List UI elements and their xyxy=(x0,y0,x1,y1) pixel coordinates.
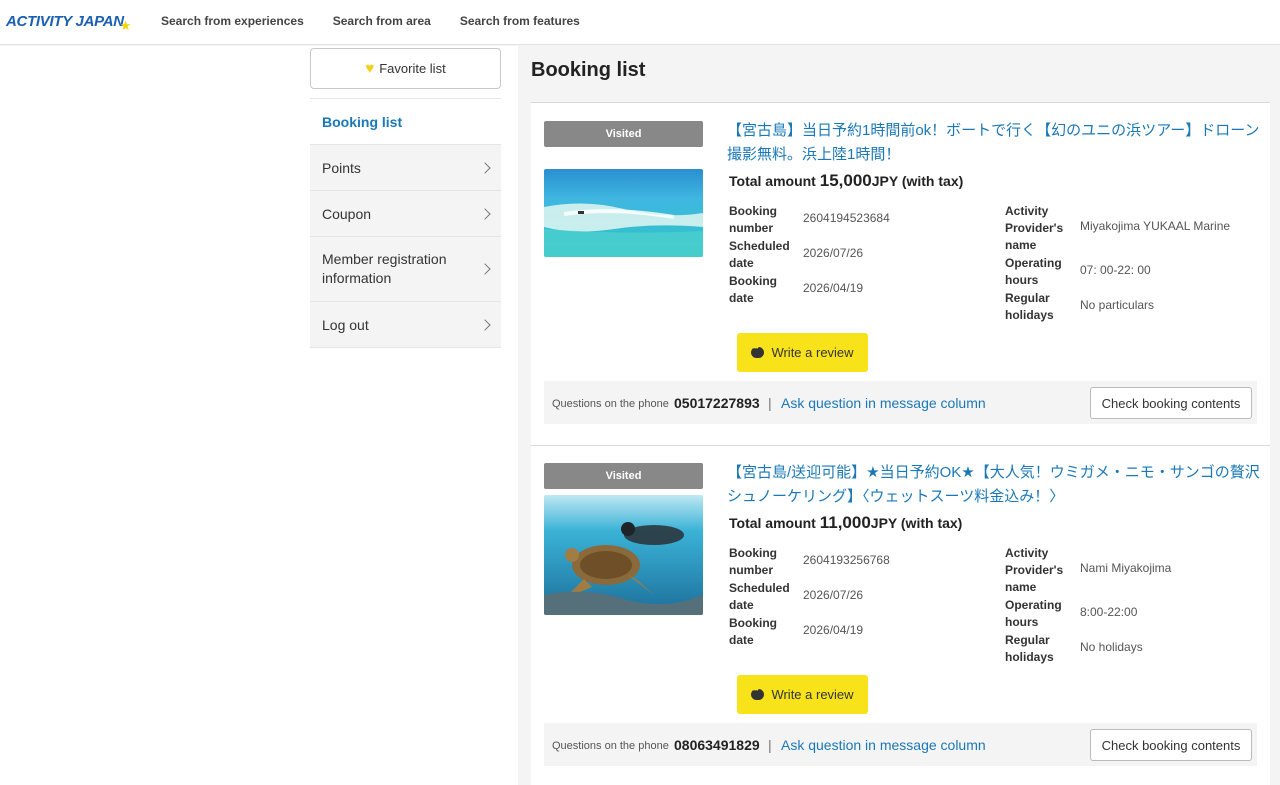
booking-number-label: Booking number xyxy=(729,546,777,577)
separator: | xyxy=(768,737,772,753)
page-title: Booking list xyxy=(531,59,646,81)
write-review-button[interactable]: Write a review xyxy=(737,333,868,372)
regular-holidays-label: Regular holidays xyxy=(1005,291,1054,322)
sidebar-item-member-registration[interactable]: Member registration information xyxy=(310,237,501,302)
sidebar-item-logout[interactable]: Log out xyxy=(310,302,501,348)
booking-number-label: Booking number xyxy=(729,204,777,235)
questions-bar: Questions on the phone 05017227893 | Ask… xyxy=(544,381,1257,424)
logo-text: ACTIVITY JAPAN xyxy=(6,12,124,30)
activity-title-link[interactable]: 【宮古島/送迎可能】★当日予約OK★【大人気！ウミガメ・ニモ・サンゴの贅沢シュノ… xyxy=(727,461,1262,509)
chevron-right-icon xyxy=(479,207,491,220)
heart-icon: ♥ xyxy=(365,60,375,77)
write-review-label: Write a review xyxy=(771,687,854,702)
ask-message-link[interactable]: Ask question in message column xyxy=(781,737,986,753)
booking-date-value: 2026/04/19 xyxy=(803,281,864,295)
check-booking-contents-button[interactable]: Check booking contents xyxy=(1090,729,1252,761)
booking-date-label: Booking date xyxy=(729,616,777,647)
amount-value: 11,000 xyxy=(819,513,871,532)
tax-suffix: JPY (with tax) xyxy=(871,173,964,189)
sidebar-item-label: Log out xyxy=(322,316,369,333)
favorite-list-button[interactable]: ♥ Favorite list xyxy=(310,48,501,89)
separator: | xyxy=(768,395,772,411)
total-label: Total amount xyxy=(729,173,816,189)
operating-hours-value: 07: 00-22: 00 xyxy=(1080,263,1151,277)
regular-holidays-value: No particulars xyxy=(1080,298,1155,312)
booking-card: Visited 【宮古島】当日予約1時間前ok！ボートで行く【幻のユニの浜ツアー… xyxy=(531,103,1270,445)
operating-hours-value: 8:00-22:00 xyxy=(1080,605,1138,619)
activity-title-link[interactable]: 【宮古島】当日予約1時間前ok！ボートで行く【幻のユニの浜ツアー】ドローン撮影無… xyxy=(727,119,1262,167)
booking-date-label: Booking date xyxy=(729,274,777,305)
operating-hours-label: Operating hours xyxy=(1005,256,1062,287)
booking-card: Visited 【宮古島/送迎可能】★当日予約OK★【大人気！ウミガメ・ニモ・サ… xyxy=(531,446,1270,785)
chat-bubble-icon xyxy=(751,343,765,358)
booking-number-value: 2604193256768 xyxy=(803,553,890,567)
questions-phone-label: Questions on the phone xyxy=(552,398,669,410)
ask-message-link[interactable]: Ask question in message column xyxy=(781,395,986,411)
regular-holidays-label: Regular holidays xyxy=(1005,633,1054,664)
questions-phone-label: Questions on the phone xyxy=(552,740,669,752)
total-label: Total amount xyxy=(729,515,816,531)
tax-suffix: JPY (with tax) xyxy=(870,515,963,531)
sidebar-item-points[interactable]: Points xyxy=(310,145,501,191)
total-amount: Total amount 15,000JPY (with tax) xyxy=(729,171,963,191)
scheduled-date-value: 2026/07/26 xyxy=(803,588,864,602)
amount-value: 15,000 xyxy=(819,171,872,190)
sidebar-item-label: Points xyxy=(322,159,361,176)
total-amount: Total amount 11,000JPY (with tax) xyxy=(729,513,962,533)
booking-number-value: 2604194523684 xyxy=(803,211,890,225)
operating-hours-label: Operating hours xyxy=(1005,598,1062,629)
main-nav: Search from experiences Search from area… xyxy=(161,14,609,28)
activity-thumbnail[interactable] xyxy=(544,495,703,615)
chevron-right-icon xyxy=(479,263,491,275)
sidebar-item-coupon[interactable]: Coupon xyxy=(310,191,501,237)
chevron-right-icon xyxy=(479,161,491,174)
write-review-label: Write a review xyxy=(771,345,854,360)
nav-search-experiences[interactable]: Search from experiences xyxy=(161,14,304,28)
provider-name-value: Nami Miyakojima xyxy=(1080,561,1172,575)
provider-name-label: Activity Provider's name xyxy=(1005,546,1064,594)
visited-badge: Visited xyxy=(544,121,703,147)
questions-bar: Questions on the phone 08063491829 | Ask… xyxy=(544,723,1257,766)
write-review-button[interactable]: Write a review xyxy=(737,675,868,714)
chevron-right-icon xyxy=(479,318,491,331)
account-menu: Booking list Points Coupon Member regist… xyxy=(310,98,501,348)
sidebar-item-label: Booking list xyxy=(322,113,403,130)
scheduled-date-label: Scheduled date xyxy=(729,581,790,612)
phone-number[interactable]: 08063491829 xyxy=(674,737,760,753)
nav-search-area[interactable]: Search from area xyxy=(333,14,431,28)
site-header: ACTIVITY JAPAN ★ Search from experiences… xyxy=(0,0,1280,45)
provider-name-label: Activity Provider's name xyxy=(1005,204,1064,252)
booking-date-value: 2026/04/19 xyxy=(803,623,864,637)
check-booking-contents-button[interactable]: Check booking contents xyxy=(1090,387,1252,419)
booking-details: Booking number 2604193256768 Scheduled d… xyxy=(729,545,1259,670)
nav-search-features[interactable]: Search from features xyxy=(460,14,580,28)
activity-thumbnail[interactable] xyxy=(544,169,703,257)
booking-details: Booking number 2604194523684 Scheduled d… xyxy=(729,203,1259,328)
sidebar-item-label: Member registration information xyxy=(322,251,447,286)
provider-name-value: Miyakojima YUKAAL Marine xyxy=(1080,219,1231,233)
visited-badge: Visited xyxy=(544,463,703,489)
sidebar-item-label: Coupon xyxy=(322,205,372,222)
scheduled-date-value: 2026/07/26 xyxy=(803,246,864,260)
logo-star-icon: ★ xyxy=(119,18,132,33)
favorite-list-label: Favorite list xyxy=(379,61,446,76)
regular-holidays-value: No holidays xyxy=(1080,640,1143,654)
chat-bubble-icon xyxy=(751,685,765,700)
scheduled-date-label: Scheduled date xyxy=(729,239,790,270)
sidebar-item-booking-list[interactable]: Booking list xyxy=(310,99,501,145)
phone-number[interactable]: 05017227893 xyxy=(674,395,760,411)
activity-japan-logo[interactable]: ACTIVITY JAPAN ★ xyxy=(6,9,132,34)
